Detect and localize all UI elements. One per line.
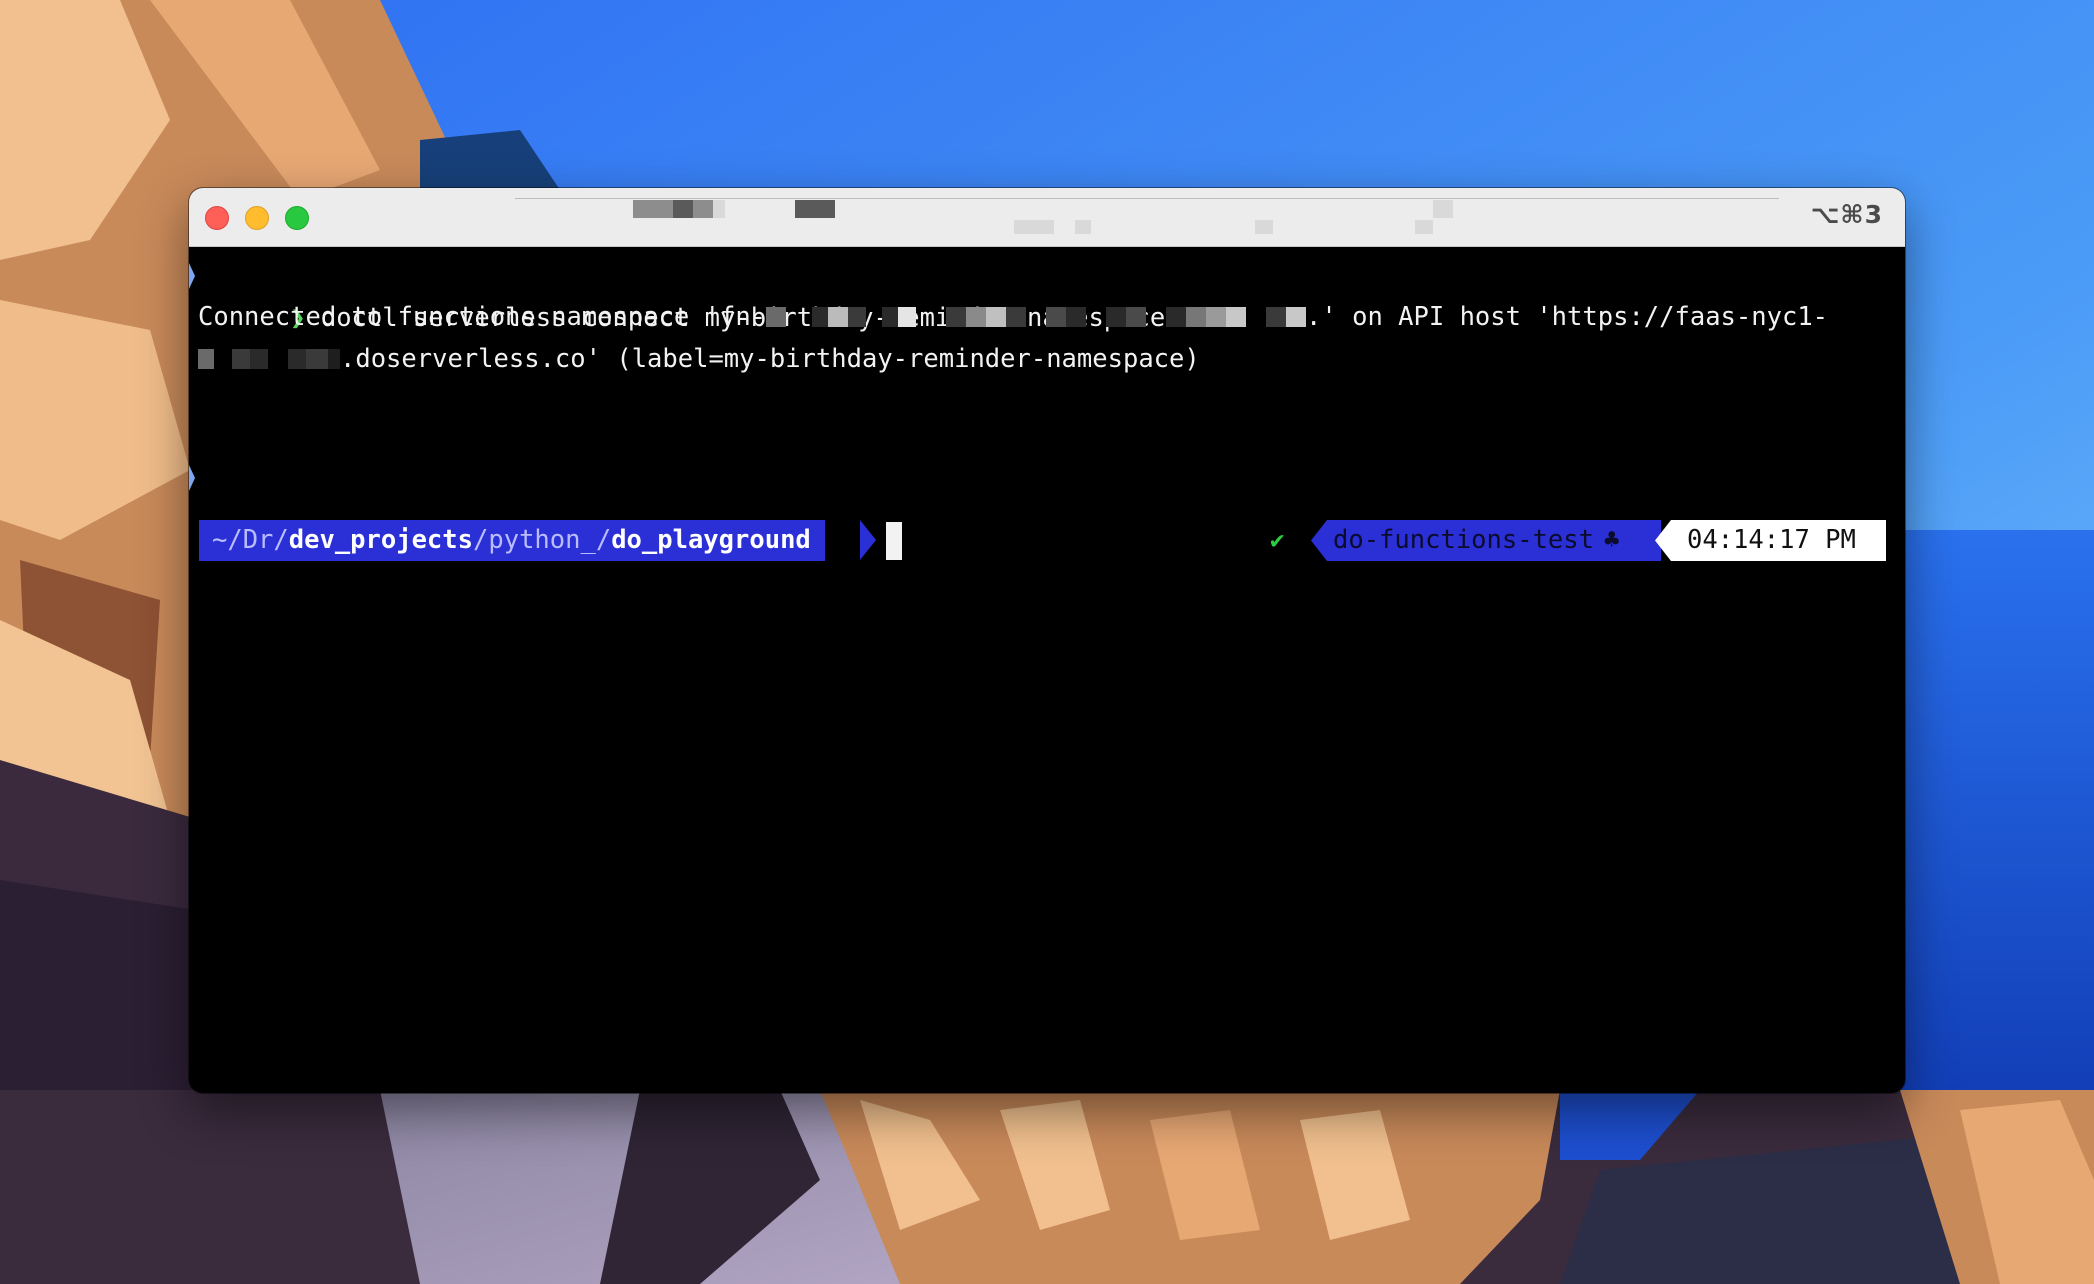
clover-icon: ♣	[1604, 525, 1620, 555]
path-current-dir: do_playground	[611, 525, 811, 555]
redacted-host	[198, 344, 340, 374]
zoom-button[interactable]	[285, 206, 309, 230]
path-prefix: ~/Dr/	[212, 525, 289, 555]
prompt-path-segment: ~/Dr/dev_projects/python_/do_playground	[199, 520, 825, 561]
clock-time: 04:14:17 PM	[1687, 525, 1856, 555]
time-segment: 04:14:17 PM	[1655, 520, 1886, 561]
terminal-content[interactable]: ❯ doctl serverless connect my-birthday-r…	[189, 247, 1905, 1093]
empty-prompt-line	[189, 457, 281, 499]
command-line: ❯ doctl serverless connect my-birthday-r…	[189, 255, 1165, 333]
success-checkmark-icon: ✔	[1270, 526, 1285, 554]
title-bar[interactable]: ⌥⌘3	[189, 188, 1905, 247]
output-line: Connected to functions namespace 'fn- .' …	[198, 296, 1828, 338]
prompt-marker-icon	[189, 263, 195, 289]
path-dev-projects: dev_projects	[288, 525, 473, 555]
path-python: python_	[488, 525, 596, 555]
output-text-prefix: Connected to functions namespace 'fn-	[198, 302, 767, 332]
output-text-suffix: .' on API host 'https://faas-nyc1-	[1306, 302, 1829, 332]
prompt-marker-icon	[189, 465, 195, 491]
output-host-suffix: .doserverless.co' (label=my-birthday-rem…	[340, 344, 1200, 374]
title-divider	[515, 198, 1779, 199]
environment-segment: do-functions-test ♣	[1311, 520, 1661, 561]
close-button[interactable]	[205, 206, 229, 230]
window-shortcut-label: ⌥⌘3	[1810, 200, 1883, 229]
terminal-window[interactable]: ⌥⌘3 ❯ doctl serverless connect my-birthd…	[189, 188, 1905, 1093]
output-line-continued: .doserverless.co' (label=my-birthday-rem…	[198, 338, 1200, 380]
text-cursor[interactable]	[886, 522, 902, 560]
redacted-namespace	[766, 302, 1307, 332]
minimize-button[interactable]	[245, 206, 269, 230]
path-separator: /	[473, 525, 489, 555]
environment-name: do-functions-test	[1333, 525, 1594, 555]
path-segment-arrow-icon	[860, 520, 876, 560]
path-separator: /	[595, 525, 612, 555]
